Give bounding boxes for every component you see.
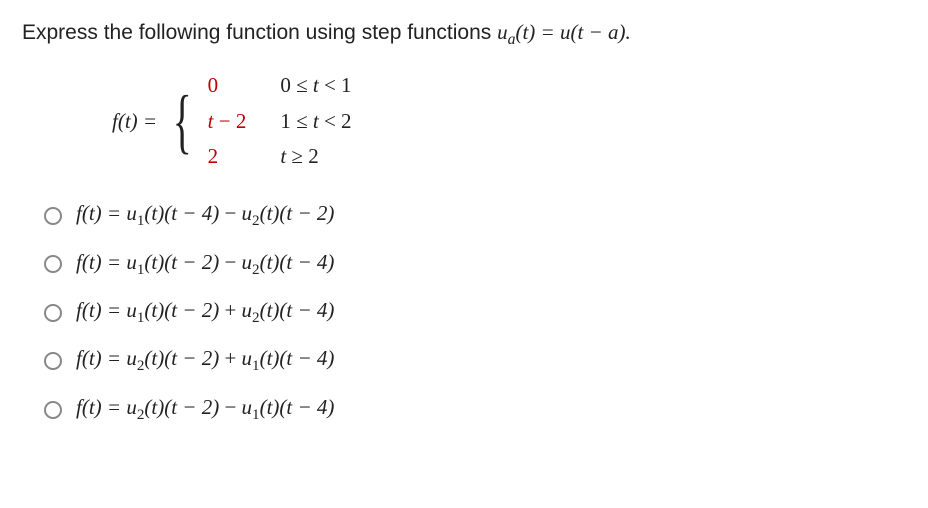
- opt-arg1: (t)(t − 4): [144, 201, 219, 225]
- case1-cond: 0 ≤ t < 1: [280, 71, 351, 100]
- radio-icon[interactable]: [44, 207, 62, 225]
- option-2[interactable]: f(t) = u1(t)(t − 2) − u2(t)(t − 4): [44, 248, 906, 281]
- piecewise-function: f(t) = { 0 0 ≤ t < 1 t − 2 1 ≤ t < 2 2 t…: [112, 71, 906, 171]
- option-5-text: f(t) = u2(t)(t − 2) − u1(t)(t − 4): [76, 393, 334, 426]
- opt-op: −: [219, 201, 241, 225]
- piecewise-lhs: f(t) =: [112, 107, 157, 136]
- opt-u1: u: [126, 201, 137, 225]
- u-symbol: u: [497, 20, 508, 44]
- opt-arg2: (t)(t − 4): [260, 395, 335, 419]
- opt-arg2: (t)(t − 4): [260, 250, 335, 274]
- option-1[interactable]: f(t) = u1(t)(t − 4) − u2(t)(t − 2): [44, 199, 906, 232]
- case2-cond: 1 ≤ t < 2: [280, 107, 351, 136]
- opt-arg1: (t)(t − 2): [144, 346, 219, 370]
- radio-icon[interactable]: [44, 255, 62, 273]
- case3-expr: 2: [208, 142, 247, 171]
- option-1-text: f(t) = u1(t)(t − 4) − u2(t)(t − 2): [76, 199, 334, 232]
- piecewise-lhs-text: f(t) =: [112, 109, 157, 133]
- opt-lhs: f(t) =: [76, 250, 126, 274]
- radio-icon[interactable]: [44, 304, 62, 322]
- left-brace: {: [173, 91, 192, 152]
- radio-icon[interactable]: [44, 401, 62, 419]
- cases-grid: 0 0 ≤ t < 1 t − 2 1 ≤ t < 2 2 t ≥ 2: [208, 71, 352, 171]
- opt-u2: u: [242, 250, 253, 274]
- opt-u1: u: [126, 346, 137, 370]
- opt-sub2: 2: [252, 214, 260, 230]
- opt-u1: u: [126, 395, 137, 419]
- opt-arg2: (t)(t − 4): [260, 298, 335, 322]
- radio-icon[interactable]: [44, 352, 62, 370]
- opt-arg1: (t)(t − 2): [144, 250, 219, 274]
- opt-op: +: [219, 346, 241, 370]
- opt-op: −: [219, 250, 241, 274]
- opt-arg1: (t)(t − 2): [144, 298, 219, 322]
- opt-lhs: f(t) =: [76, 298, 126, 322]
- option-3[interactable]: f(t) = u1(t)(t − 2) + u2(t)(t − 4): [44, 296, 906, 329]
- case2-expr: t − 2: [208, 107, 247, 136]
- opt-u2: u: [242, 201, 253, 225]
- opt-u2: u: [242, 346, 253, 370]
- opt-arg2: (t)(t − 2): [260, 201, 335, 225]
- opt-sub2: 1: [252, 359, 260, 375]
- opt-lhs: f(t) =: [76, 395, 126, 419]
- option-4-text: f(t) = u2(t)(t − 2) + u1(t)(t − 4): [76, 344, 334, 377]
- case3-cond: t ≥ 2: [280, 142, 351, 171]
- opt-lhs: f(t) =: [76, 346, 126, 370]
- case1-expr: 0: [208, 71, 247, 100]
- opt-arg1: (t)(t − 2): [144, 395, 219, 419]
- option-2-text: f(t) = u1(t)(t − 2) − u2(t)(t − 4): [76, 248, 334, 281]
- opt-sub2: 2: [252, 310, 260, 326]
- opt-op: −: [219, 395, 241, 419]
- opt-sub2: 1: [252, 407, 260, 423]
- options-list: f(t) = u1(t)(t − 4) − u2(t)(t − 2) f(t) …: [44, 199, 906, 426]
- option-3-text: f(t) = u1(t)(t − 2) + u2(t)(t − 4): [76, 296, 334, 329]
- opt-u2: u: [242, 395, 253, 419]
- opt-lhs: f(t) =: [76, 201, 126, 225]
- opt-arg2: (t)(t − 4): [260, 346, 335, 370]
- opt-u2: u: [242, 298, 253, 322]
- opt-op: +: [219, 298, 241, 322]
- question-prompt: Express the following function using ste…: [22, 18, 906, 51]
- opt-u1: u: [126, 250, 137, 274]
- option-5[interactable]: f(t) = u2(t)(t − 2) − u1(t)(t − 4): [44, 393, 906, 426]
- question-prefix: Express the following function using ste…: [22, 21, 497, 44]
- notation-rest: (t) = u(t − a).: [515, 20, 630, 44]
- opt-u1: u: [126, 298, 137, 322]
- opt-sub2: 2: [252, 262, 260, 278]
- option-4[interactable]: f(t) = u2(t)(t − 2) + u1(t)(t − 4): [44, 344, 906, 377]
